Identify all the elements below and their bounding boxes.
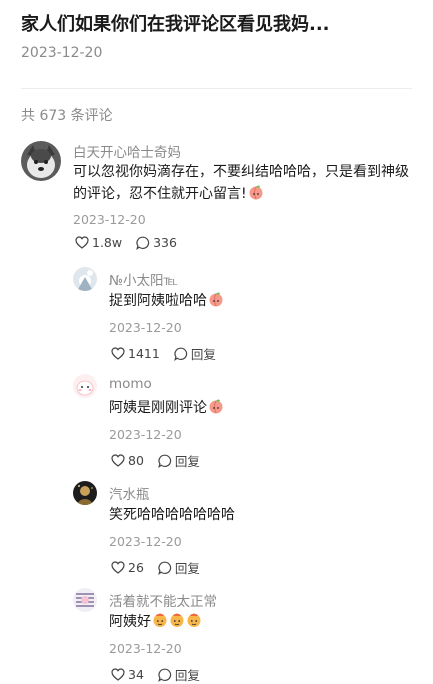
comment-bubble-icon — [174, 347, 187, 361]
comment-actions: 26 回复 — [111, 558, 214, 577]
avatar[interactable] — [73, 267, 97, 291]
reply-button[interactable]: 回复 — [158, 451, 200, 470]
reply-label: 回复 — [190, 347, 216, 362]
comment-actions: 80 回复 — [111, 451, 214, 470]
reply-label: 回复 — [174, 561, 200, 576]
reply-count: 336 — [153, 235, 177, 250]
like-button[interactable]: 1411 — [111, 346, 160, 361]
comment-text: 阿姨是刚刚评论 — [109, 397, 224, 421]
like-button[interactable]: 34 — [111, 667, 144, 682]
comment-date: 2023-12-20 — [109, 641, 182, 656]
comment-bubble-icon — [158, 454, 172, 468]
post-title: 家人们如果你们在我评论区看见我妈... — [21, 14, 330, 35]
peach-emoji-icon — [248, 184, 264, 207]
hot-face-emoji-icon — [169, 612, 185, 635]
comment-text: 捉到阿姨啦哈哈 — [109, 290, 224, 314]
like-button[interactable]: 80 — [111, 453, 144, 468]
divider — [21, 88, 412, 89]
like-count: 34 — [128, 667, 144, 682]
reply-label: 回复 — [174, 454, 200, 469]
comment-date: 2023-12-20 — [73, 212, 146, 227]
comment-bubble-icon — [158, 668, 172, 682]
comment-date: 2023-12-20 — [109, 427, 182, 442]
hot-face-emoji-icon — [186, 612, 202, 635]
reply-button[interactable]: 回复 — [174, 344, 216, 363]
comment-actions: 1.8w 336 — [75, 235, 191, 250]
comment-text-line: 阿姨是刚刚评论 — [109, 400, 207, 416]
reply-item: №小太阳℡ 捉到阿姨啦哈哈 2023-12-20 1411 回复 — [73, 267, 413, 362]
comment-text-line: 笑死哈哈哈哈哈哈哈 — [109, 507, 235, 523]
like-count: 80 — [128, 453, 144, 468]
comment-text-line: 捉到阿姨啦哈哈 — [109, 293, 207, 309]
like-count: 1.8w — [92, 235, 123, 250]
reply-button[interactable]: 回复 — [158, 558, 200, 577]
hot-face-emoji-icon — [152, 612, 168, 635]
comment-text: 可以忽视你妈滴存在，不要纠结哈哈哈，只是看到神级 的评论，忍不住就开心留言! — [73, 161, 418, 207]
heart-icon — [111, 347, 125, 360]
heart-icon — [111, 454, 125, 467]
comment-text-line: 阿姨好 — [109, 614, 151, 630]
comment-bubble-icon — [158, 561, 172, 575]
peach-emoji-icon — [208, 291, 224, 314]
comment-date: 2023-12-20 — [109, 320, 182, 335]
heart-icon — [75, 236, 89, 249]
comment-text-line: 的评论，忍不住就开心留言! — [73, 186, 247, 202]
reply-label: 回复 — [174, 668, 200, 683]
peach-emoji-icon — [208, 398, 224, 421]
reply-item: 活着就不能太正常 阿姨好 2023-12-20 34 回复 — [73, 588, 413, 683]
like-button[interactable]: 26 — [111, 560, 144, 575]
like-count: 1411 — [128, 346, 160, 361]
reply-item: momo 阿姨是刚刚评论 2023-12-20 80 回复 — [73, 374, 413, 469]
comment-text: 笑死哈哈哈哈哈哈哈 — [109, 504, 235, 526]
like-count: 26 — [128, 560, 144, 575]
comment-username[interactable]: №小太阳℡ — [109, 269, 178, 289]
comment-date: 2023-12-20 — [109, 534, 182, 549]
comment-username[interactable]: 活着就不能太正常 — [109, 590, 217, 610]
reply-button[interactable]: 回复 — [158, 665, 200, 684]
comment-item: 白天开心哈士奇妈 可以忽视你妈滴存在，不要纠结哈哈哈，只是看到神级 的评论，忍不… — [21, 141, 416, 256]
comment-count: 共 673 条评论 — [21, 108, 113, 124]
comment-username[interactable]: 汽水瓶 — [109, 483, 150, 503]
heart-icon — [111, 668, 125, 681]
reply-count-button[interactable]: 336 — [136, 235, 177, 250]
comment-text: 阿姨好 — [109, 611, 202, 635]
reply-item: 汽水瓶 笑死哈哈哈哈哈哈哈 2023-12-20 26 回复 — [73, 481, 413, 576]
avatar[interactable] — [73, 588, 97, 612]
comment-actions: 1411 回复 — [111, 344, 230, 363]
avatar[interactable] — [21, 141, 61, 181]
heart-icon — [111, 561, 125, 574]
avatar[interactable] — [73, 481, 97, 505]
comment-bubble-icon — [136, 236, 150, 250]
avatar[interactable] — [73, 374, 97, 398]
comment-username[interactable]: 白天开心哈士奇妈 — [73, 141, 181, 161]
comment-actions: 34 回复 — [111, 665, 214, 684]
post-date: 2023-12-20 — [21, 45, 103, 61]
like-button[interactable]: 1.8w — [75, 235, 122, 250]
comment-text-line: 可以忽视你妈滴存在，不要纠结哈哈哈，只是看到神级 — [73, 164, 409, 180]
comment-username[interactable]: momo — [109, 376, 152, 392]
